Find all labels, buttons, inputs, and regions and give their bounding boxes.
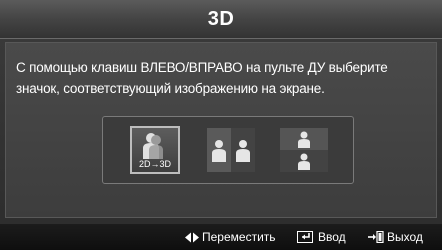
dialog-panel: С помощью клавиш ВЛЕВО/ВПРАВО на пульте … bbox=[5, 42, 437, 218]
mode-selector: 2D→3D bbox=[102, 116, 354, 184]
side-by-side-icon bbox=[212, 140, 250, 162]
3d-dialog: 3D С помощью клавиш ВЛЕВО/ВПРАВО на пуль… bbox=[0, 0, 442, 250]
2d-to-3d-person-icon bbox=[143, 133, 163, 159]
top-bottom-icon bbox=[298, 131, 310, 170]
mode-2d-to-3d-label: 2D→3D bbox=[138, 159, 171, 169]
mode-top-bottom-option[interactable] bbox=[280, 128, 328, 172]
mode-side-by-side-option[interactable] bbox=[207, 128, 255, 172]
mode-2d-to-3d-option[interactable]: 2D→3D bbox=[130, 126, 180, 174]
dialog-title: 3D bbox=[207, 8, 235, 30]
exit-hint: Выход bbox=[368, 230, 423, 244]
exit-label: Выход bbox=[387, 230, 423, 244]
exit-icon bbox=[368, 230, 384, 244]
button-guide-bar: Переместить Ввод Выход bbox=[0, 224, 442, 250]
enter-label: Ввод bbox=[318, 230, 346, 244]
instruction-text: С помощью клавиш ВЛЕВО/ВПРАВО на пульте … bbox=[16, 60, 388, 96]
move-label: Переместить bbox=[202, 230, 276, 244]
enter-icon bbox=[297, 231, 313, 243]
left-right-arrow-icon bbox=[185, 232, 199, 243]
enter-hint: Ввод bbox=[297, 230, 346, 244]
title-bar: 3D bbox=[0, 0, 442, 39]
move-hint: Переместить bbox=[185, 230, 276, 244]
